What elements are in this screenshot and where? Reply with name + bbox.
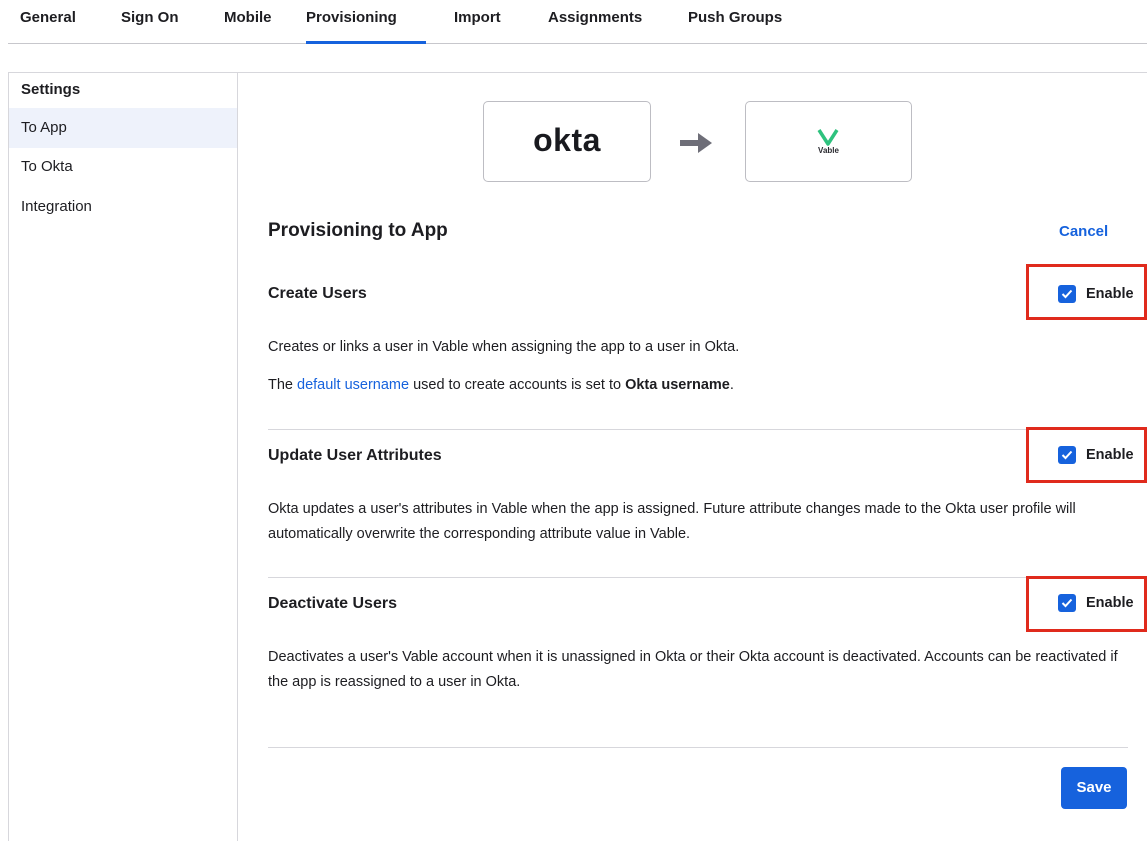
checkbox-icon[interactable] xyxy=(1058,594,1076,612)
divider xyxy=(268,747,1128,748)
enable-label: Enable xyxy=(1086,286,1134,302)
tab-bar: General Sign On Mobile Provisioning Impo… xyxy=(8,0,1147,44)
note-text: The xyxy=(268,377,298,393)
divider xyxy=(268,577,1128,578)
create-users-enable-toggle[interactable]: Enable xyxy=(1058,284,1134,304)
cancel-button[interactable]: Cancel xyxy=(1059,223,1108,240)
vable-logo-icon xyxy=(817,129,839,146)
enable-label: Enable xyxy=(1086,447,1134,463)
sidebar-heading: Settings xyxy=(21,81,81,98)
update-attributes-title: Update User Attributes xyxy=(268,447,442,464)
sidebar-item-integration[interactable]: Integration xyxy=(9,187,237,227)
note-text: used to create accounts is set to xyxy=(409,377,626,393)
vable-logo-text: Vable xyxy=(818,146,839,155)
tab-assignments[interactable]: Assignments xyxy=(548,9,642,44)
create-users-description: Creates or links a user in Vable when as… xyxy=(268,339,740,355)
sidebar-item-to-app[interactable]: To App xyxy=(9,108,237,148)
sidebar-item-to-okta[interactable]: To Okta xyxy=(9,147,237,187)
checkmark-icon xyxy=(1061,598,1073,608)
tab-import[interactable]: Import xyxy=(454,9,501,44)
update-attributes-description: Okta updates a user's attributes in Vabl… xyxy=(268,501,1076,542)
tab-provisioning[interactable]: Provisioning xyxy=(306,9,426,44)
deactivate-users-description: Deactivates a user's Vable account when … xyxy=(268,649,1118,690)
tab-push-groups[interactable]: Push Groups xyxy=(688,9,782,44)
okta-logo: okta xyxy=(533,122,601,158)
enable-label: Enable xyxy=(1086,595,1134,611)
default-username-link[interactable]: default username xyxy=(297,377,409,393)
checkmark-icon xyxy=(1061,289,1073,299)
deactivate-users-enable-toggle[interactable]: Enable xyxy=(1058,593,1134,613)
divider xyxy=(268,429,1128,430)
checkmark-icon xyxy=(1061,450,1073,460)
arrow-right-icon xyxy=(680,133,712,153)
save-button[interactable]: Save xyxy=(1061,767,1127,809)
checkbox-icon[interactable] xyxy=(1058,446,1076,464)
deactivate-users-title: Deactivate Users xyxy=(268,595,397,612)
default-username-note: The default username used to create acco… xyxy=(268,373,1138,398)
tab-mobile[interactable]: Mobile xyxy=(224,9,272,44)
okta-username-value: Okta username xyxy=(625,377,730,393)
tab-sign-on[interactable]: Sign On xyxy=(121,9,179,44)
vable-logo-box: Vable xyxy=(745,101,912,182)
update-attributes-enable-toggle[interactable]: Enable xyxy=(1058,445,1134,465)
settings-sidebar: Settings To App To Okta Integration xyxy=(8,72,238,841)
checkbox-icon[interactable] xyxy=(1058,285,1076,303)
create-users-title: Create Users xyxy=(268,285,367,302)
tab-general[interactable]: General xyxy=(20,9,76,44)
provisioning-panel: okta Vable Provisioning to App Cancel Cr… xyxy=(238,72,1147,841)
okta-logo-box: okta xyxy=(483,101,651,182)
page-title: Provisioning to App xyxy=(268,220,448,241)
note-text: . xyxy=(729,377,734,393)
